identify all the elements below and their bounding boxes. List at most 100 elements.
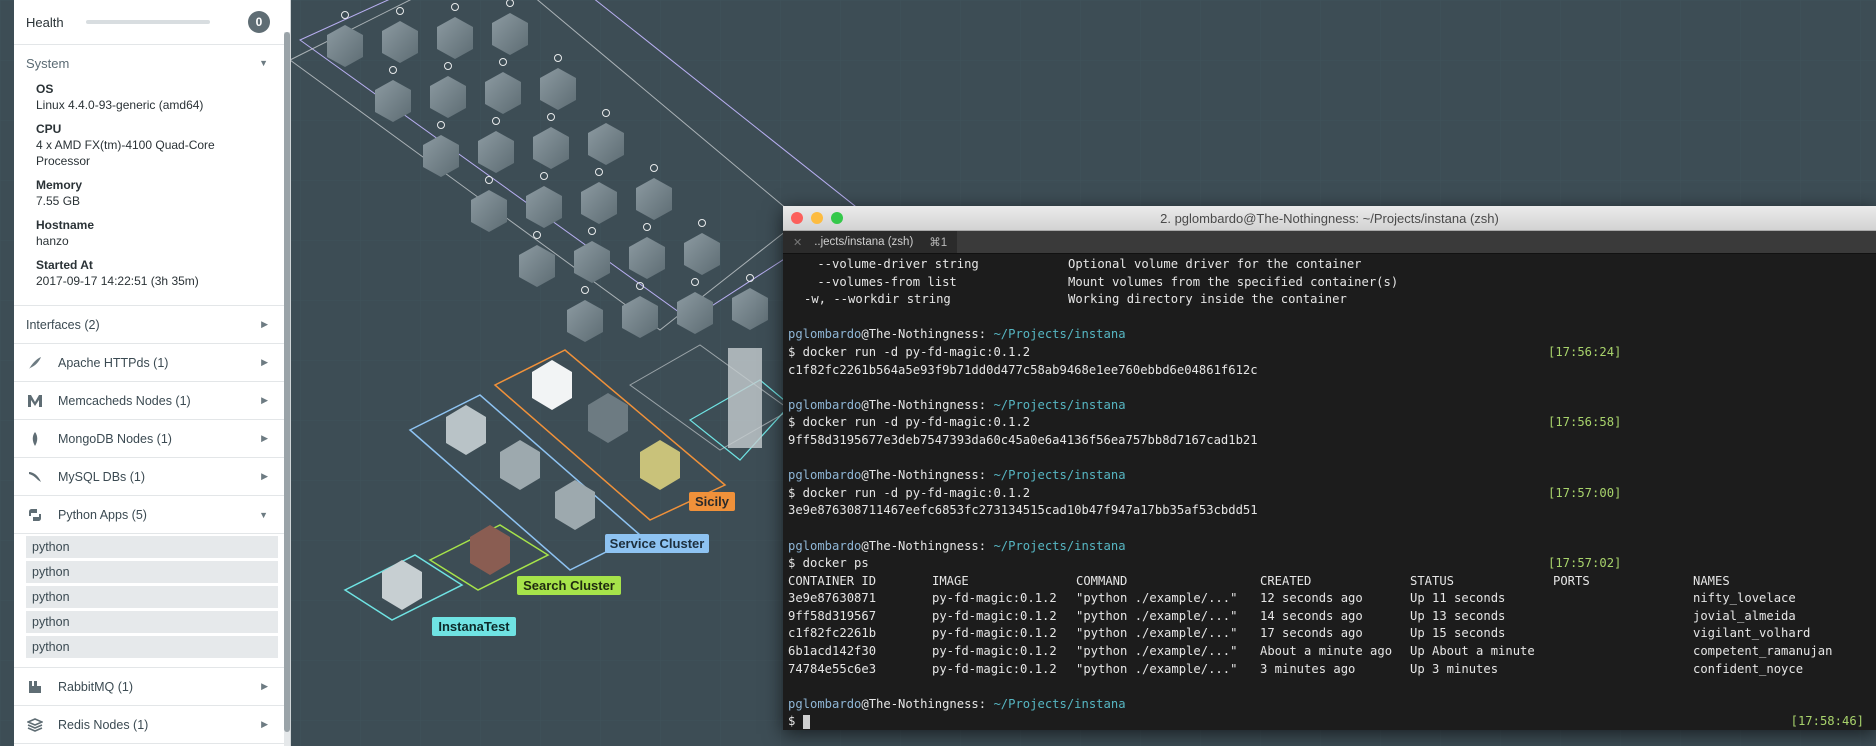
help-desc: Working directory inside the container bbox=[1068, 292, 1347, 307]
prompt-path: ~/Projects/instana bbox=[986, 327, 1126, 342]
group-memcached[interactable]: Memcacheds Nodes (1) ▶ bbox=[14, 382, 290, 420]
ps-header-cell: CONTAINER ID bbox=[788, 573, 877, 588]
memory-field: Memory 7.55 GB bbox=[36, 177, 278, 209]
health-label: Health bbox=[26, 14, 64, 30]
mongodb-leaf-icon bbox=[26, 430, 44, 448]
field-key: Memory bbox=[36, 178, 83, 192]
feather-icon bbox=[26, 354, 44, 372]
timestamp: [17:57:00] bbox=[1548, 485, 1622, 500]
ps-cell: "python ./example/..." bbox=[1076, 591, 1238, 606]
prompt-line: pglombardo@The-Nothingness: ~/Projects/i… bbox=[788, 538, 1871, 556]
list-item[interactable]: python bbox=[26, 586, 278, 608]
ps-cell: competent_ramanujan bbox=[1693, 644, 1833, 659]
group-mysql[interactable]: MySQL DBs (1) ▶ bbox=[14, 458, 290, 496]
prompt-path: ~/Projects/instana bbox=[986, 538, 1126, 553]
group-label: RabbitMQ (1) bbox=[58, 679, 134, 694]
help-line: --volumes-from list Mount volumes from th… bbox=[788, 274, 1871, 292]
prompt-user: pglombardo bbox=[788, 538, 862, 553]
close-tab-icon[interactable]: ✕ bbox=[793, 236, 802, 249]
ps-cell: py-fd-magic:0.1.2 bbox=[932, 591, 1057, 606]
tab-shortcut: ⌘1 bbox=[929, 237, 948, 249]
terminal-output[interactable]: --volume-driver string Optional volume dr… bbox=[783, 254, 1876, 733]
field-key: Hostname bbox=[36, 218, 95, 232]
interfaces-row[interactable]: Interfaces (2) ▶ bbox=[14, 306, 290, 344]
ps-cell: 9ff58d319567 bbox=[788, 608, 877, 623]
prompt-host: @The-Nothingness: bbox=[861, 696, 987, 711]
final-timestamp: [17:58:46] bbox=[1790, 714, 1864, 728]
tag-instanatest: InstanaTest bbox=[438, 619, 510, 634]
help-desc: Mount volumes from the specified contain… bbox=[1068, 274, 1399, 289]
input-line[interactable]: $ bbox=[788, 713, 1871, 731]
minimize-button[interactable] bbox=[811, 212, 823, 224]
prompt-host: @The-Nothingness: bbox=[861, 397, 987, 412]
group-label: MongoDB Nodes (1) bbox=[58, 431, 172, 446]
ps-header-row: CONTAINER ID IMAGE COMMAND CREATED STATUS POR… bbox=[788, 573, 1871, 591]
dolphin-icon bbox=[26, 468, 44, 486]
ps-cell: "python ./example/..." bbox=[1076, 661, 1238, 676]
ps-cell: 14 seconds ago bbox=[1260, 608, 1363, 623]
group-rabbitmq[interactable]: RabbitMQ (1) ▶ bbox=[14, 668, 290, 706]
health-row: Health 0 bbox=[14, 0, 290, 45]
prompt-line: pglombardo@The-Nothingness: ~/Projects/i… bbox=[788, 326, 1871, 344]
close-button[interactable] bbox=[791, 212, 803, 224]
command-line: $ docker run -d py-fd-magic:0.1.2 [17:56:… bbox=[788, 414, 1871, 432]
ps-cell: Up 15 seconds bbox=[1410, 626, 1506, 641]
ps-cell: Up 11 seconds bbox=[1410, 591, 1506, 606]
prompt-host: @The-Nothingness: bbox=[861, 327, 987, 342]
tab-label: ..jects/instana (zsh) bbox=[814, 236, 914, 248]
maximize-button[interactable] bbox=[831, 212, 843, 224]
command-line: $ docker ps [17:57:02] bbox=[788, 555, 1871, 573]
redis-icon bbox=[26, 716, 44, 734]
cpu-field: CPU 4 x AMD FX(tm)-4100 Quad-Core Process… bbox=[36, 121, 278, 169]
chevron-down-icon: ▼ bbox=[259, 509, 268, 520]
ps-cell: "python ./example/..." bbox=[1076, 608, 1238, 623]
ps-table: 3e9e87630871 py-fd-magic:0.1.2 "python ./e… bbox=[788, 590, 1871, 678]
terminal-titlebar[interactable]: 2. pglombardo@The-Nothingness: ~/Project… bbox=[783, 206, 1876, 231]
help-option: --volume-driver string bbox=[788, 257, 979, 271]
group-redis[interactable]: Redis Nodes (1) ▶ bbox=[14, 706, 290, 744]
ps-cell: py-fd-magic:0.1.2 bbox=[932, 608, 1057, 623]
list-item[interactable]: python bbox=[26, 611, 278, 633]
ps-cell: Up 3 minutes bbox=[1410, 661, 1499, 676]
ps-cell: Up About a minute bbox=[1410, 644, 1535, 659]
command-text: $ docker run -d py-fd-magic:0.1.2 bbox=[788, 344, 1031, 359]
help-option: -w, --workdir string bbox=[804, 292, 951, 307]
ps-header-cell: NAMES bbox=[1693, 573, 1730, 588]
list-item[interactable]: python bbox=[26, 636, 278, 658]
group-label: Redis Nodes (1) bbox=[58, 717, 149, 732]
system-section-header[interactable]: System ▼ bbox=[14, 45, 290, 81]
ps-cell: 12 seconds ago bbox=[1260, 591, 1363, 606]
prompt-symbol: $ bbox=[788, 714, 803, 729]
tab-zsh[interactable]: ✕ ..jects/instana (zsh) ⌘1 bbox=[783, 231, 958, 253]
field-key: CPU bbox=[36, 122, 62, 136]
timestamp: [17:57:02] bbox=[1548, 556, 1622, 571]
command-text: $ docker run -d py-fd-magic:0.1.2 bbox=[788, 415, 1031, 430]
list-item[interactable]: python bbox=[26, 536, 278, 558]
os-field: OS Linux 4.4.0-93-generic (amd64) bbox=[36, 81, 278, 113]
group-python[interactable]: Python Apps (5) ▼ bbox=[14, 496, 290, 534]
tag-service-cluster: Service Cluster bbox=[610, 536, 705, 551]
output-line: c1f82fc2261b564a5e93f9b71dd0d477c58ab946… bbox=[788, 362, 1258, 377]
ps-cell: vigilant_volhard bbox=[1693, 626, 1811, 641]
list-item[interactable]: python bbox=[26, 561, 278, 583]
started-at-field: Started At 2017-09-17 14:22:51 (3h 35m) bbox=[36, 257, 278, 289]
sidebar-scroll-thumb[interactable] bbox=[284, 32, 290, 732]
group-mongodb[interactable]: MongoDB Nodes (1) ▶ bbox=[14, 420, 290, 458]
prompt-line: pglombardo@The-Nothingness: ~/Projects/i… bbox=[788, 696, 1871, 714]
ps-cell: 3 minutes ago bbox=[1260, 661, 1356, 676]
ps-cell: Up 13 seconds bbox=[1410, 608, 1506, 623]
help-line: --volume-driver string Optional volume dr… bbox=[788, 256, 1871, 274]
python-icon bbox=[26, 506, 44, 524]
prompt-user: pglombardo bbox=[788, 327, 862, 342]
health-count-badge: 0 bbox=[248, 11, 270, 33]
command-line: $ docker run -d py-fd-magic:0.1.2 [17:57:… bbox=[788, 485, 1871, 503]
prompt-path: ~/Projects/instana bbox=[986, 397, 1126, 412]
chevron-right-icon: ▶ bbox=[261, 471, 268, 481]
system-info: OS Linux 4.4.0-93-generic (amd64) CPU 4 x … bbox=[14, 81, 290, 306]
chevron-right-icon: ▶ bbox=[261, 319, 268, 329]
group-label: Memcacheds Nodes (1) bbox=[58, 393, 191, 408]
terminal-window[interactable]: 2. pglombardo@The-Nothingness: ~/Project… bbox=[783, 206, 1876, 730]
field-key: Started At bbox=[36, 258, 93, 272]
group-apache[interactable]: Apache HTTPds (1) ▶ bbox=[14, 344, 290, 382]
